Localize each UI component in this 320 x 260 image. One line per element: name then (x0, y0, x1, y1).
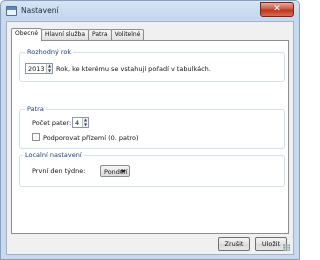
window-icon (6, 6, 17, 16)
dialog-content: Obecné Hlavní služba Patra Volitelné Roz… (6, 21, 294, 255)
floor-count-spinner-arrows[interactable]: ▲ ▼ (82, 117, 88, 128)
resize-grip[interactable] (283, 244, 290, 251)
window-title: Nastavení (21, 6, 59, 15)
floor-count-value: 4 (75, 119, 80, 127)
floor-count-spinner[interactable]: 4 ▲ ▼ (72, 117, 89, 128)
year-description: Rok, ke kterému se vstahují pořadí v tab… (56, 65, 211, 73)
first-day-label: První den týdne: (32, 167, 86, 175)
group-floors: Patra Počet pater: 4 ▲ ▼ Podporovat příz… (19, 105, 285, 149)
ground-floor-checkbox[interactable] (32, 133, 40, 141)
group-title-locale: Localní nastavení (23, 151, 84, 159)
tab-optional[interactable]: Volitelné (110, 29, 145, 40)
title-bar[interactable]: Nastavení ✕ (1, 1, 299, 21)
tab-floors[interactable]: Patra (88, 29, 112, 40)
tab-general[interactable]: Obecné (11, 28, 43, 41)
group-title-floors: Patra (25, 105, 46, 113)
group-title-year: Rozhodný rok (25, 48, 74, 56)
floor-count-label: Počet pater: (32, 119, 72, 127)
year-spinner[interactable]: 2013 ▲ ▼ (25, 63, 53, 74)
tab-main-service[interactable]: Hlavní služba (41, 29, 90, 40)
cancel-button[interactable]: Zrušit (218, 237, 250, 251)
spin-down-icon[interactable]: ▼ (47, 68, 52, 74)
tab-strip: Obecné Hlavní služba Patra Volitelné (11, 28, 145, 41)
dialog-window: Nastavení ✕ Obecné Hlavní služba Patra V… (0, 0, 300, 260)
first-day-dropdown[interactable]: Pondělí (100, 165, 130, 177)
year-value: 2013 (28, 65, 45, 73)
close-button[interactable]: ✕ (260, 2, 294, 17)
group-decisive-year: Rozhodný rok 2013 ▲ ▼ Rok, ke kterému se… (19, 48, 285, 82)
spin-down-icon[interactable]: ▼ (83, 122, 88, 128)
chevron-down-icon (120, 170, 126, 173)
group-locale: Localní nastavení První den týdne: Pondě… (19, 151, 285, 187)
year-spinner-arrows[interactable]: ▲ ▼ (46, 63, 52, 74)
ground-floor-label: Podporovat přízemí (0. patro) (43, 134, 139, 142)
tab-panel-general: Rozhodný rok 2013 ▲ ▼ Rok, ke kterému se… (11, 40, 289, 234)
